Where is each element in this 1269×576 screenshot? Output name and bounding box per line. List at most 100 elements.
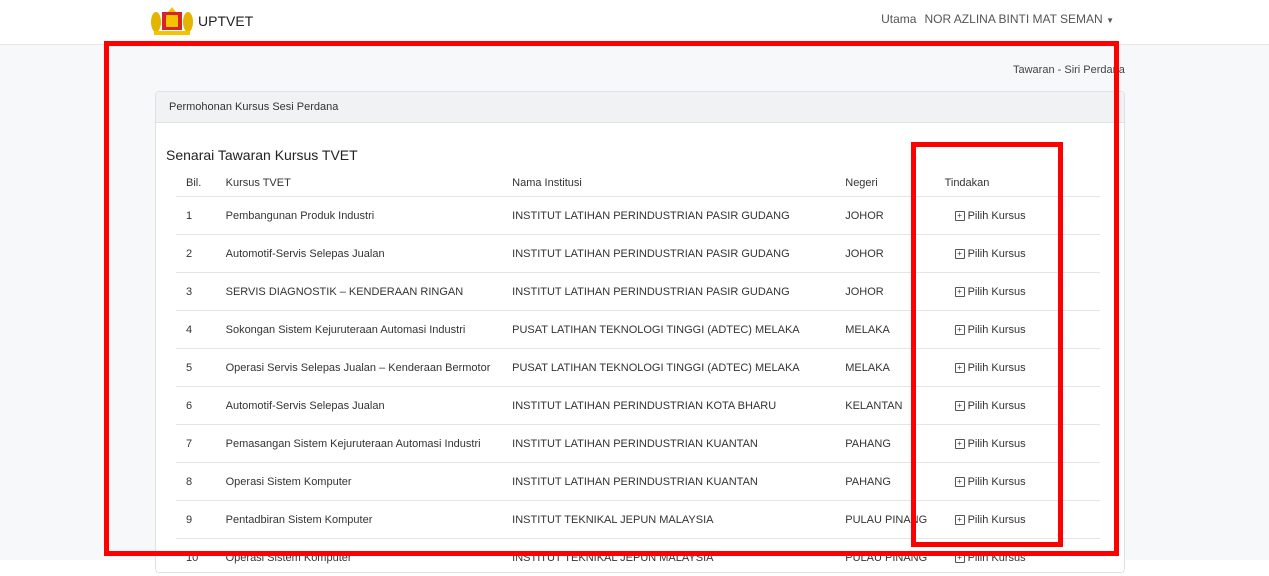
user-menu[interactable]: NOR AZLINA BINTI MAT SEMAN ▼ — [924, 12, 1114, 26]
institution-name: INSTITUT LATIHAN PERINDUSTRIAN PASIR GUD… — [512, 235, 845, 273]
header-tindakan: Tindakan — [945, 170, 1100, 197]
action-cell: +Pilih Kursus — [945, 235, 1100, 273]
course-name: SERVIS DIAGNOSTIK – KENDERAAN RINGAN — [226, 273, 513, 311]
pilih-kursus-label: Pilih Kursus — [968, 514, 1026, 526]
state-name: JOHOR — [845, 273, 944, 311]
table-row: 6Automotif-Servis Selepas JualanINSTITUT… — [176, 387, 1100, 425]
action-cell: +Pilih Kursus — [945, 197, 1100, 235]
action-cell: +Pilih Kursus — [945, 501, 1100, 539]
institution-name: INSTITUT LATIHAN PERINDUSTRIAN PASIR GUD… — [512, 273, 845, 311]
course-name: Operasi Sistem Komputer — [226, 463, 513, 501]
plus-square-icon: + — [955, 249, 965, 259]
course-name: Pembangunan Produk Industri — [226, 197, 513, 235]
institution-name: INSTITUT LATIHAN PERINDUSTRIAN KOTA BHAR… — [512, 387, 845, 425]
course-name: Operasi Sistem Komputer — [226, 539, 513, 576]
pilih-kursus-button[interactable]: +Pilih Kursus — [955, 514, 1026, 526]
user-name: NOR AZLINA BINTI MAT SEMAN — [924, 12, 1102, 26]
state-name: PAHANG — [845, 463, 944, 501]
pilih-kursus-button[interactable]: +Pilih Kursus — [955, 362, 1026, 374]
table-row: 5Operasi Servis Selepas Jualan – Kendera… — [176, 349, 1100, 387]
institution-name: PUSAT LATIHAN TEKNOLOGI TINGGI (ADTEC) M… — [512, 349, 845, 387]
state-name: PULAU PINANG — [845, 501, 944, 539]
pilih-kursus-button[interactable]: +Pilih Kursus — [955, 476, 1026, 488]
state-name: JOHOR — [845, 197, 944, 235]
card-header: Permohonan Kursus Sesi Perdana — [156, 92, 1124, 123]
pilih-kursus-button[interactable]: +Pilih Kursus — [955, 286, 1026, 298]
institution-name: INSTITUT LATIHAN PERINDUSTRIAN PASIR GUD… — [512, 197, 845, 235]
institution-name: INSTITUT LATIHAN PERINDUSTRIAN KUANTAN — [512, 463, 845, 501]
state-name: PULAU PINANG — [845, 539, 944, 576]
pilih-kursus-button[interactable]: +Pilih Kursus — [955, 210, 1026, 222]
action-cell: +Pilih Kursus — [945, 311, 1100, 349]
course-name: Operasi Servis Selepas Jualan – Kenderaa… — [226, 349, 513, 387]
plus-square-icon: + — [955, 287, 965, 297]
table-row: 4Sokongan Sistem Kejuruteraan Automasi I… — [176, 311, 1100, 349]
application-card: Permohonan Kursus Sesi Perdana Senarai T… — [155, 91, 1125, 573]
state-name: JOHOR — [845, 235, 944, 273]
pilih-kursus-label: Pilih Kursus — [968, 324, 1026, 336]
pilih-kursus-label: Pilih Kursus — [968, 210, 1026, 222]
pilih-kursus-button[interactable]: +Pilih Kursus — [955, 248, 1026, 260]
state-name: MELAKA — [845, 349, 944, 387]
plus-square-icon: + — [955, 401, 965, 411]
pilih-kursus-label: Pilih Kursus — [968, 362, 1026, 374]
course-name: Sokongan Sistem Kejuruteraan Automasi In… — [226, 311, 513, 349]
pilih-kursus-label: Pilih Kursus — [968, 400, 1026, 412]
course-table: Bil. Kursus TVET Nama Institusi Negeri T… — [176, 170, 1100, 576]
state-name: MELAKA — [845, 311, 944, 349]
action-cell: +Pilih Kursus — [945, 273, 1100, 311]
table-row: 8Operasi Sistem KomputerINSTITUT LATIHAN… — [176, 463, 1100, 501]
action-cell: +Pilih Kursus — [945, 539, 1100, 576]
pilih-kursus-button[interactable]: +Pilih Kursus — [955, 400, 1026, 412]
breadcrumb: Tawaran - Siri Perdana — [1013, 64, 1125, 76]
brand-name: UPTVET — [198, 13, 253, 29]
course-name: Pemasangan Sistem Kejuruteraan Automasi … — [226, 425, 513, 463]
list-title: Senarai Tawaran Kursus TVET — [166, 147, 358, 163]
plus-square-icon: + — [955, 211, 965, 221]
nav-right: Utama NOR AZLINA BINTI MAT SEMAN ▼ — [881, 12, 1114, 26]
plus-square-icon: + — [955, 325, 965, 335]
state-name: KELANTAN — [845, 387, 944, 425]
row-number: 6 — [176, 387, 226, 425]
plus-square-icon: + — [955, 515, 965, 525]
plus-square-icon: + — [955, 363, 965, 373]
row-number: 8 — [176, 463, 226, 501]
pilih-kursus-label: Pilih Kursus — [968, 476, 1026, 488]
course-name: Automotif-Servis Selepas Jualan — [226, 387, 513, 425]
table-row: 2Automotif-Servis Selepas JualanINSTITUT… — [176, 235, 1100, 273]
row-number: 9 — [176, 501, 226, 539]
table-header-row: Bil. Kursus TVET Nama Institusi Negeri T… — [176, 170, 1100, 197]
brand[interactable]: UPTVET — [150, 6, 253, 36]
course-name: Automotif-Servis Selepas Jualan — [226, 235, 513, 273]
table-row: 7Pemasangan Sistem Kejuruteraan Automasi… — [176, 425, 1100, 463]
table-row: 3SERVIS DIAGNOSTIK – KENDERAAN RINGANINS… — [176, 273, 1100, 311]
table-row: 1Pembangunan Produk IndustriINSTITUT LAT… — [176, 197, 1100, 235]
row-number: 10 — [176, 539, 226, 576]
pilih-kursus-button[interactable]: +Pilih Kursus — [955, 552, 1026, 564]
table-row: 9Pentadbiran Sistem KomputerINSTITUT TEK… — [176, 501, 1100, 539]
action-cell: +Pilih Kursus — [945, 425, 1100, 463]
institution-name: INSTITUT TEKNIKAL JEPUN MALAYSIA — [512, 501, 845, 539]
pilih-kursus-label: Pilih Kursus — [968, 438, 1026, 450]
plus-square-icon: + — [955, 439, 965, 449]
pilih-kursus-label: Pilih Kursus — [968, 248, 1026, 260]
row-number: 1 — [176, 197, 226, 235]
header-kursus: Kursus TVET — [226, 170, 513, 197]
row-number: 3 — [176, 273, 226, 311]
pilih-kursus-button[interactable]: +Pilih Kursus — [955, 438, 1026, 450]
coat-of-arms-logo — [150, 6, 194, 36]
plus-square-icon: + — [955, 553, 965, 563]
nav-home-link[interactable]: Utama — [881, 12, 916, 26]
row-number: 7 — [176, 425, 226, 463]
pilih-kursus-button[interactable]: +Pilih Kursus — [955, 324, 1026, 336]
course-name: Pentadbiran Sistem Komputer — [226, 501, 513, 539]
institution-name: PUSAT LATIHAN TEKNOLOGI TINGGI (ADTEC) M… — [512, 311, 845, 349]
pilih-kursus-label: Pilih Kursus — [968, 552, 1026, 564]
caret-down-icon: ▼ — [1106, 16, 1114, 25]
header-bil: Bil. — [176, 170, 226, 197]
action-cell: +Pilih Kursus — [945, 463, 1100, 501]
action-cell: +Pilih Kursus — [945, 387, 1100, 425]
row-number: 5 — [176, 349, 226, 387]
action-cell: +Pilih Kursus — [945, 349, 1100, 387]
state-name: PAHANG — [845, 425, 944, 463]
